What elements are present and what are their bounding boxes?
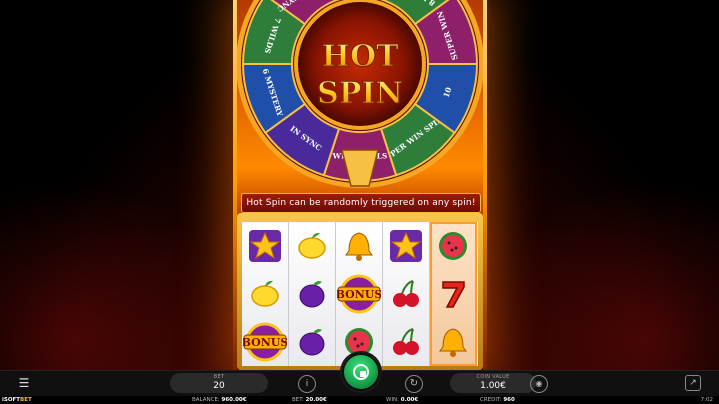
coins-icon[interactable]: ◉ xyxy=(530,375,548,393)
lemon-icon xyxy=(289,224,335,268)
win-value: 0.00€ xyxy=(400,397,419,403)
reel-column xyxy=(383,222,430,366)
reel-column xyxy=(430,222,477,366)
plum-icon xyxy=(289,272,335,316)
svg-text:BONUS: BONUS xyxy=(337,288,381,301)
left-glow xyxy=(0,180,240,380)
status-bar: iSOFTBET BALANCE: 960.00€ BET: 20.00€ WI… xyxy=(0,396,719,404)
seven-icon xyxy=(430,272,476,316)
brand-b: BET xyxy=(20,397,32,403)
reel-column xyxy=(289,222,336,366)
hot-spin-logo-line2: SPIN xyxy=(317,76,403,111)
win-label: WIN: xyxy=(386,397,400,403)
balance-status: BALANCE: 960.00€ xyxy=(192,396,247,404)
bell-icon xyxy=(336,224,382,268)
reel-column: BONUS xyxy=(242,222,289,366)
brand-a: iSOFT xyxy=(2,397,21,403)
credit-status: CREDIT: 960 xyxy=(480,396,515,404)
credit-value: 960 xyxy=(503,397,515,403)
cherry-icon xyxy=(383,272,429,316)
column-edge-right xyxy=(483,0,487,372)
cherry-icon xyxy=(383,320,429,364)
spin-stop-mark xyxy=(360,371,366,377)
coin-value-label: COIN VALUE xyxy=(476,374,510,380)
win-status: WIN: 0.00€ xyxy=(386,396,418,404)
watermelon-icon xyxy=(430,224,476,268)
plum-icon xyxy=(289,320,335,364)
spin-button[interactable] xyxy=(342,353,380,391)
clock: 7:02 xyxy=(700,397,713,403)
brand-logo: iSOFTBET xyxy=(2,396,32,404)
bonus-icon: BONUS xyxy=(336,272,382,316)
bet-label: BET xyxy=(213,374,225,380)
menu-icon[interactable]: ☰ xyxy=(16,375,32,391)
right-glow xyxy=(479,180,719,380)
fullscreen-icon[interactable]: ↗ xyxy=(685,375,701,391)
info-icon[interactable]: i xyxy=(298,375,316,393)
lemon-icon xyxy=(242,272,288,316)
hot-spin-banner: Hot Spin can be randomly triggered on an… xyxy=(241,193,481,213)
hot-spin-logo-line1: HOT xyxy=(322,39,399,74)
balance-label: BALANCE: xyxy=(192,397,220,403)
credit-label: CREDIT: xyxy=(480,397,502,403)
reels-area: BONUS BONUS xyxy=(242,222,478,366)
bet-status-value: 20.00€ xyxy=(305,397,327,403)
coin-value: 1.00€ xyxy=(480,381,506,391)
bet-value: 20 xyxy=(213,381,225,391)
hot-spin-wheel: SUPER WIN SPINSWILD REELSIN SYNC6 MYSTER… xyxy=(237,0,483,188)
coin-value-selector[interactable]: COIN VALUE 1.00€ xyxy=(450,373,536,393)
bell-icon xyxy=(430,320,476,364)
star-icon xyxy=(242,224,288,268)
star-icon xyxy=(383,224,429,268)
spin-icon xyxy=(353,364,369,380)
bet-status: BET: 20.00€ xyxy=(292,396,327,404)
balance-value: 960.00€ xyxy=(221,397,247,403)
autoplay-icon[interactable]: ↻ xyxy=(405,375,423,393)
svg-text:BONUS: BONUS xyxy=(243,336,287,349)
bet-status-label: BET: xyxy=(292,397,304,403)
bonus-icon: BONUS xyxy=(242,320,288,364)
reel-column: BONUS xyxy=(336,222,383,366)
bet-selector[interactable]: BET 20 xyxy=(170,373,268,393)
